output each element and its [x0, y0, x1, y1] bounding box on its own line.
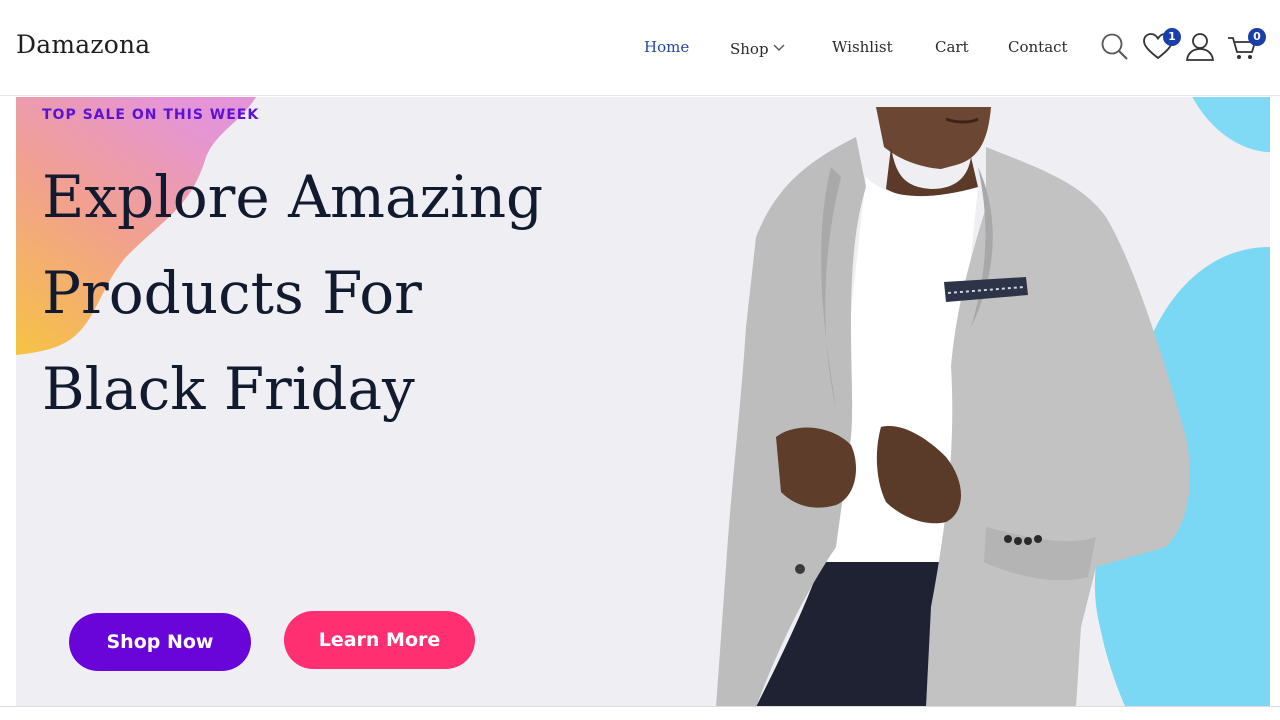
site-logo[interactable]: Damazona [16, 30, 150, 59]
model-photo [716, 107, 1190, 706]
nav-wishlist[interactable]: Wishlist [832, 38, 893, 56]
shop-now-button[interactable]: Shop Now [69, 613, 251, 671]
wishlist-button[interactable]: 1 [1141, 28, 1181, 64]
nav-contact[interactable]: Contact [1008, 38, 1068, 56]
learn-more-button[interactable]: Learn More [284, 611, 475, 669]
account-button[interactable] [1183, 30, 1217, 64]
hero-eyebrow: TOP SALE ON THIS WEEK [42, 107, 260, 123]
chevron-down-icon [773, 38, 785, 56]
hero-headline: Explore Amazing Products For Black Frida… [42, 149, 662, 437]
headline-line-2: Products For [42, 259, 422, 327]
hero-banner: TOP SALE ON THIS WEEK Explore Amazing Pr… [16, 97, 1270, 706]
search-button[interactable] [1098, 30, 1132, 64]
user-icon [1185, 33, 1215, 61]
cart-count-badge: 0 [1248, 28, 1266, 46]
nav-shop-label: Shop [730, 40, 769, 58]
headline-line-1: Explore Amazing [42, 163, 544, 231]
site-header: Damazona Home Shop Wishlist Cart Contact… [0, 0, 1280, 96]
nav-cart[interactable]: Cart [935, 38, 969, 56]
section-divider [0, 706, 1280, 707]
nav-shop[interactable]: Shop [730, 38, 785, 58]
nav-home[interactable]: Home [644, 38, 689, 56]
headline-line-3: Black Friday [42, 355, 415, 423]
search-icon [1101, 33, 1128, 60]
cart-button[interactable]: 0 [1226, 28, 1266, 64]
wishlist-count-badge: 1 [1163, 28, 1181, 46]
